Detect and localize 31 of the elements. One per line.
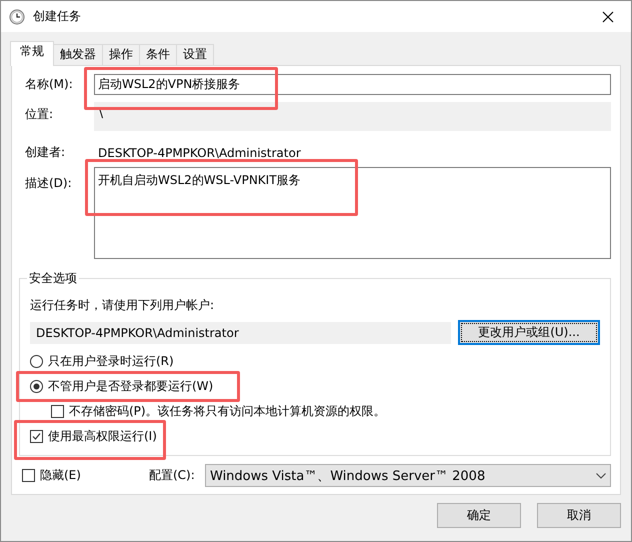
- author-value: DESKTOP-4PMPKOR\Administrator: [97, 146, 302, 160]
- option-label: 只在用户登录时运行(R): [48, 353, 174, 370]
- option-label: 不管用户是否登录都要运行(W): [48, 378, 214, 395]
- caret-icon: [596, 472, 606, 478]
- hidden-label: 隐藏(E): [40, 467, 81, 484]
- description-label: 描述(D):: [25, 175, 73, 192]
- checkbox[interactable]: [22, 469, 35, 482]
- name-label: 名称(M):: [25, 76, 74, 93]
- author-label: 创建者:: [25, 144, 66, 161]
- dialog-button[interactable]: 确定: [437, 503, 521, 528]
- radio-button[interactable]: [30, 380, 43, 393]
- group-title: 安全选项: [28, 270, 78, 287]
- config-label: 配置(C):: [149, 467, 196, 484]
- window-title: 创建任务: [33, 8, 82, 25]
- close-icon[interactable]: [601, 10, 615, 24]
- user-account-field: DESKTOP-4PMPKOR\Administrator: [30, 322, 451, 344]
- tab[interactable]: 常规: [10, 41, 54, 66]
- change-user-button[interactable]: 更改用户或组(U)...: [458, 320, 600, 345]
- checkbox[interactable]: [30, 430, 43, 443]
- description-field[interactable]: 开机自启动WSL2的WSL-VPNKIT服务: [94, 167, 611, 259]
- config-dropdown[interactable]: Windows Vista™、Windows Server™ 2008: [205, 464, 611, 487]
- clock-icon: [9, 8, 25, 24]
- checkbox[interactable]: [51, 405, 64, 418]
- option-label: 不存储密码(P)。该任务将只有访问本地计算机资源的权限。: [69, 403, 386, 420]
- name-field[interactable]: 启动WSL2的VPN桥接服务: [94, 74, 611, 95]
- dialog-button[interactable]: 取消: [537, 503, 621, 528]
- account-prompt: 运行任务时，请使用下列用户帐户:: [30, 297, 216, 314]
- radio-button[interactable]: [30, 355, 43, 368]
- location-label: 位置:: [25, 106, 54, 123]
- option-label: 使用最高权限运行(I): [48, 428, 157, 445]
- tab[interactable]: 设置: [176, 44, 214, 65]
